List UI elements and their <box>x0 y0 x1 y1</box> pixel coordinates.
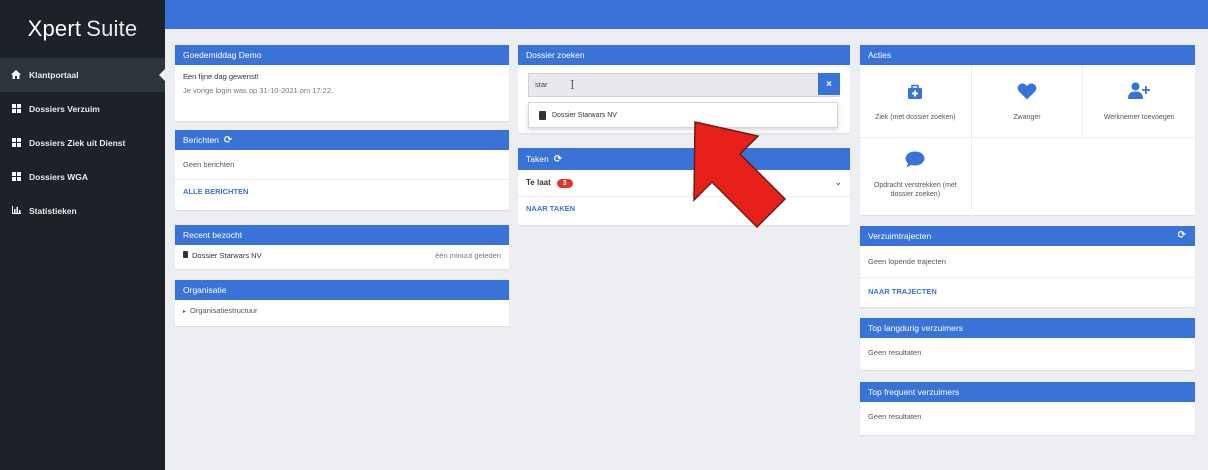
sidebar-item-label: Statistieken <box>29 206 77 216</box>
zwanger-tile[interactable]: Zwanger <box>971 65 1084 138</box>
te-laat-label: Te laat <box>526 177 551 187</box>
naar-trajecten-link[interactable]: NAAR TRAJECTEN <box>860 277 1195 305</box>
top-frequent-header: Top frequent verzuimers <box>860 382 1195 402</box>
grid-icon <box>11 171 21 183</box>
text-cursor-icon: I <box>570 78 575 92</box>
berichten-title: Berichten <box>183 135 219 145</box>
te-laat-row[interactable]: Te laat 3 ⌄ <box>518 170 850 196</box>
refresh-icon[interactable]: ⟳ <box>1178 230 1186 241</box>
werknemer-toevoegen-tile[interactable]: Werknemer toevoegen <box>1083 65 1195 138</box>
grid-icon <box>11 137 21 149</box>
heart-icon <box>1017 81 1037 107</box>
chevron-down-icon[interactable]: ⌄ <box>834 177 842 188</box>
sidebar-nav: Klantportaal Dossiers Verzuim Dossiers Z… <box>0 58 165 228</box>
top-frequent-panel: Top frequent verzuimers Geen resultaten <box>860 382 1195 435</box>
brand-light: Suite <box>86 16 138 41</box>
top-langdurig-title: Top langdurig verzuimers <box>868 323 963 333</box>
welcome-title: Goedemiddag Demo <box>175 45 509 65</box>
add-user-icon <box>1128 81 1151 107</box>
sidebar-item-dossiers-wga[interactable]: Dossiers WGA <box>0 160 165 194</box>
acties-title: Acties <box>868 50 892 60</box>
sidebar-item-statistieken[interactable]: Statistieken <box>0 194 165 228</box>
search-result-item[interactable]: Dossier Starwars NV <box>528 102 838 128</box>
organisatie-item[interactable]: ▸ Organisatiestructuur <box>175 300 509 321</box>
recent-item-label: Dossier Starwars NV <box>192 251 262 260</box>
sidebar-item-label: Dossiers Ziek uit Dienst <box>29 138 126 148</box>
organisatie-panel: Organisatie ▸ Organisatiestructuur <box>175 280 509 326</box>
refresh-icon[interactable]: ⟳ <box>224 135 232 146</box>
search-result-label: Dossier Starwars NV <box>552 111 617 119</box>
organisatie-item-label: Organisatiestructuur <box>190 306 258 315</box>
top-langdurig-header: Top langdurig verzuimers <box>860 318 1195 338</box>
document-icon <box>539 110 546 120</box>
sidebar-item-label: Dossiers WGA <box>29 172 89 182</box>
alle-berichten-link[interactable]: ALLE BERICHTEN <box>175 179 509 203</box>
taken-title: Taken <box>526 154 549 164</box>
top-langdurig-empty: Geen resultaten <box>868 348 922 357</box>
home-icon <box>11 69 21 81</box>
acties-grid: Ziek (met dossier zoeken) Zwanger Werkne… <box>860 65 1195 210</box>
opdracht-verstrekken-tile[interactable]: Opdracht verstrekken (met dossier zoeken… <box>860 138 972 210</box>
welcome-panel: Goedemiddag Demo Een fijne dag gewenst! … <box>175 45 509 121</box>
dossier-search-header: Dossier zoeken <box>518 45 850 65</box>
clear-search-button[interactable]: × <box>818 73 840 95</box>
berichten-panel: Berichten ⟳ Geen berichten ALLE BERICHTE… <box>175 130 509 210</box>
sidebar-item-dossiers-verzuim[interactable]: Dossiers Verzuim <box>0 92 165 126</box>
taken-header: Taken ⟳ <box>518 148 850 170</box>
acties-header: Acties <box>860 45 1195 65</box>
sidebar-item-label: Klantportaal <box>29 70 79 80</box>
top-frequent-empty: Geen resultaten <box>868 412 922 421</box>
recent-header: Recent bezocht <box>175 225 509 245</box>
welcome-line1: Een fijne dag gewenst! <box>183 72 259 81</box>
last-login-text: Je vorige login was op 31-10-2021 om 17:… <box>183 86 334 95</box>
verzuimtrajecten-panel: Verzuimtrajecten ⟳ Geen lopende trajecte… <box>860 226 1195 307</box>
verzuimtrajecten-header: Verzuimtrajecten ⟳ <box>860 226 1195 246</box>
top-frequent-title: Top frequent verzuimers <box>868 387 960 397</box>
refresh-icon[interactable]: ⟳ <box>554 154 562 165</box>
sidebar-item-label: Dossiers Verzuim <box>29 104 100 114</box>
acties-panel: Acties Ziek (met dossier zoeken) Zwanger… <box>860 45 1195 215</box>
tile-label: Werknemer toevoegen <box>1103 113 1175 121</box>
welcome-body: Een fijne dag gewenst! Je vorige login w… <box>175 65 509 102</box>
top-bar <box>165 0 1208 29</box>
tile-label: Opdracht verstrekken (met dossier zoeken… <box>873 182 957 198</box>
dossier-search-title: Dossier zoeken <box>526 50 585 60</box>
taken-panel: Taken ⟳ Te laat 3 ⌄ NAAR TAKEN <box>518 148 850 225</box>
organisatie-header: Organisatie <box>175 280 509 300</box>
app-logo: Xpert Suite <box>0 0 165 58</box>
verzuimtrajecten-title: Verzuimtrajecten <box>868 231 932 241</box>
berichten-empty: Geen berichten <box>183 160 235 169</box>
bar-chart-icon <box>11 206 21 216</box>
recent-item[interactable]: Dossier Starwars NV één minuut geleden <box>175 245 509 266</box>
recent-title: Recent bezocht <box>183 230 243 240</box>
top-langdurig-panel: Top langdurig verzuimers Geen resultaten <box>860 318 1195 370</box>
sidebar-item-dossiers-ziek-uit-dienst[interactable]: Dossiers Ziek uit Dienst <box>0 126 165 160</box>
tile-label: Zwanger <box>1013 113 1041 121</box>
tile-label: Ziek (met dossier zoeken) <box>875 113 956 121</box>
brand-bold: Xpert <box>27 16 82 41</box>
recent-panel: Recent bezocht Dossier Starwars NV één m… <box>175 225 509 269</box>
medical-kit-icon <box>907 81 923 107</box>
naar-taken-link[interactable]: NAAR TAKEN <box>518 196 850 220</box>
chat-bubble-icon <box>905 149 925 175</box>
recent-item-time: één minuut geleden <box>435 251 501 260</box>
sidebar-item-klantportaal[interactable]: Klantportaal <box>0 58 165 92</box>
ziek-tile[interactable]: Ziek (met dossier zoeken) <box>860 65 972 138</box>
berichten-header: Berichten ⟳ <box>175 130 509 150</box>
grid-icon <box>11 103 21 115</box>
search-box: I × <box>528 73 840 97</box>
document-icon <box>183 251 188 258</box>
caret-right-icon: ▸ <box>183 309 187 315</box>
late-count-badge: 3 <box>556 178 573 188</box>
organisatie-title: Organisatie <box>183 285 227 295</box>
verzuimtrajecten-empty: Geen lopende trajecten <box>868 257 946 266</box>
welcome-title-text: Goedemiddag Demo <box>183 50 262 60</box>
sidebar: Xpert Suite Klantportaal Dossiers Verzuim… <box>0 0 165 470</box>
